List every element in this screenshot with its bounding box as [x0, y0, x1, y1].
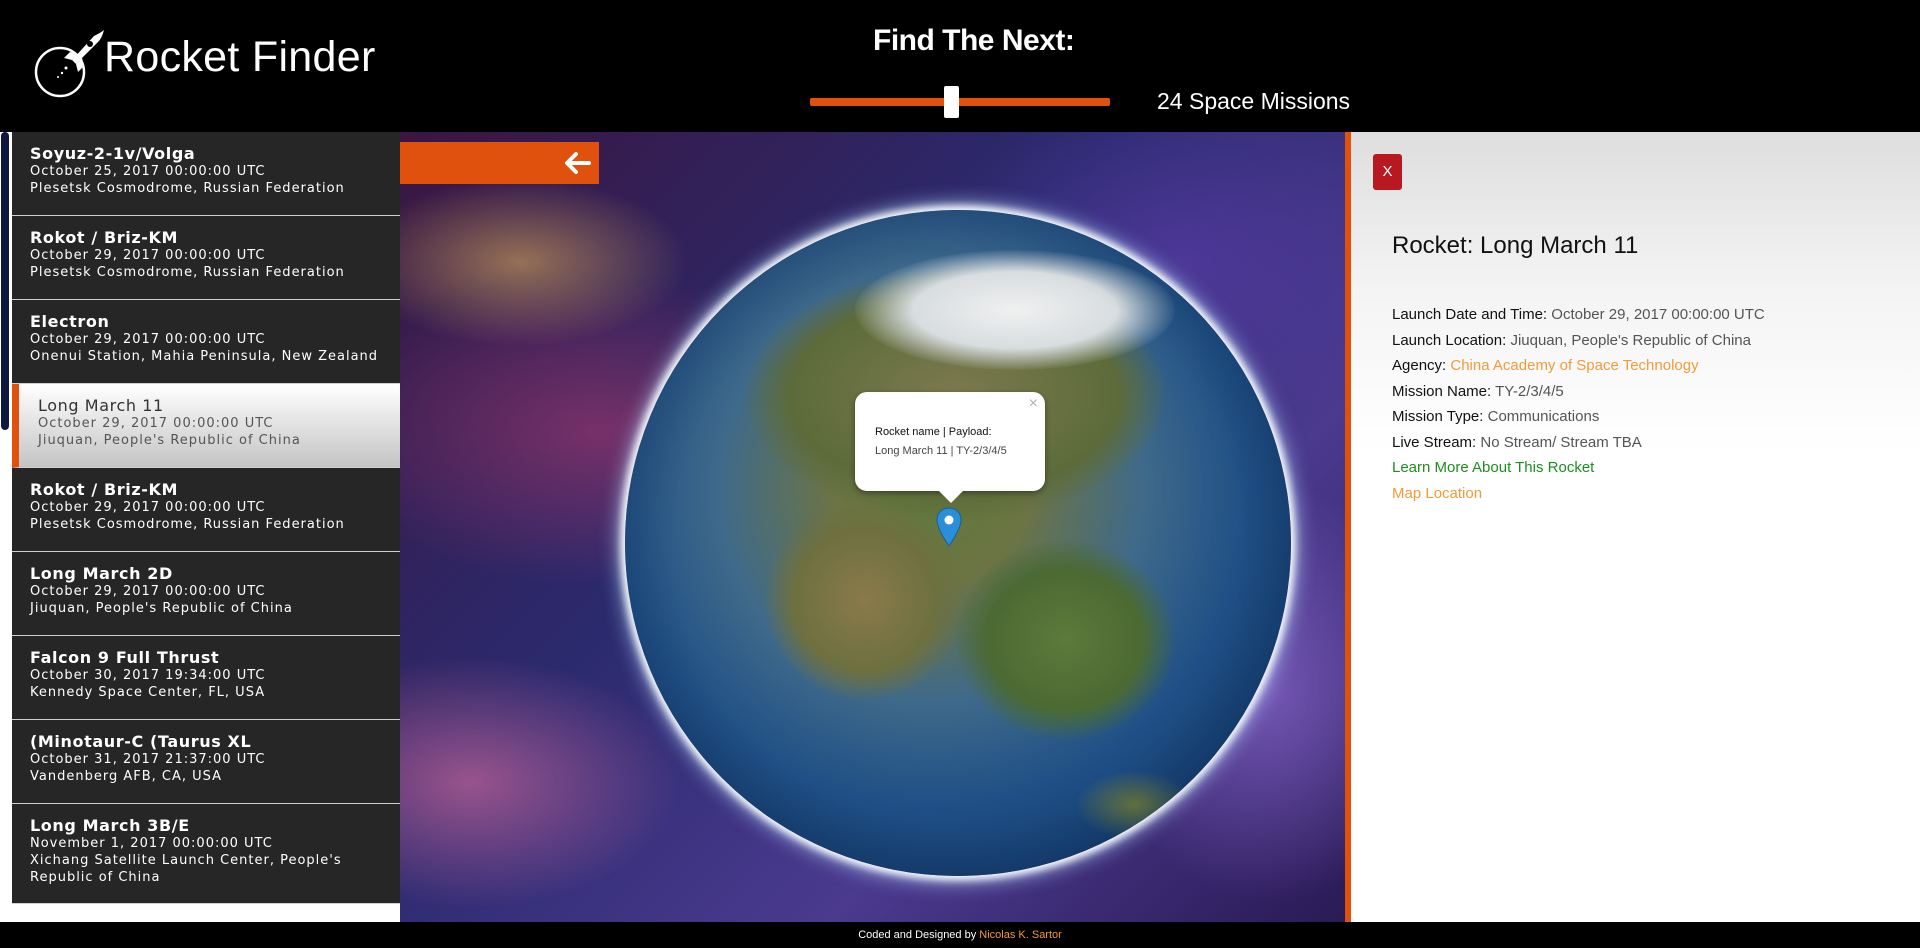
info-value: October 29, 2017 00:00:00 UTC — [1551, 306, 1765, 323]
launch-location: Plesetsk Cosmodrome, Russian Federation — [30, 265, 345, 280]
popup-label: Rocket name | Payload: — [875, 426, 992, 438]
close-details-button[interactable]: X — [1373, 154, 1402, 190]
find-title: Find The Next: — [873, 24, 1075, 57]
rocket-logo-icon — [34, 30, 104, 98]
launch-list-item[interactable]: (Minotaur-C (Taurus XL October 31, 2017 … — [12, 720, 400, 804]
launch-location: Plesetsk Cosmodrome, Russian Federation — [30, 181, 345, 196]
launch-list-item[interactable]: Falcon 9 Full Thrust October 30, 2017 19… — [12, 636, 400, 720]
map-view[interactable]: × Rocket name | Payload: Long March 11 |… — [400, 132, 1345, 922]
launch-list-item[interactable]: Rokot / Briz-KM October 29, 2017 00:00:0… — [12, 216, 400, 300]
launch-list-item[interactable]: Long March 2D October 29, 2017 00:00:00 … — [12, 552, 400, 636]
launch-location-row: Launch Location: Jiuquan, People's Repub… — [1392, 328, 1765, 354]
mission-name-row: Mission Name: TY-2/3/4/5 — [1392, 379, 1765, 405]
popup-close-button[interactable]: × — [1029, 395, 1038, 413]
launch-datetime-row: Launch Date and Time: October 29, 2017 0… — [1392, 302, 1765, 328]
launch-list-item[interactable]: Long March 3B/E November 1, 2017 00:00:0… — [12, 804, 400, 904]
mission-type-row: Mission Type: Communications — [1392, 404, 1765, 430]
agency-link[interactable]: China Academy of Space Technology — [1450, 357, 1698, 374]
launch-date: October 31, 2017 21:37:00 UTC — [30, 752, 266, 767]
slider-thumb[interactable] — [944, 86, 959, 118]
rocket-info: Launch Date and Time: October 29, 2017 0… — [1392, 302, 1765, 506]
launch-location: Xichang Satellite Launch Center, People'… — [30, 853, 342, 885]
map-location-link[interactable]: Map Location — [1392, 485, 1482, 502]
back-button[interactable] — [400, 142, 599, 184]
launch-name: Falcon 9 Full Thrust — [30, 648, 220, 667]
info-label: Launch Location: — [1392, 331, 1507, 349]
launch-list-item[interactable]: Rokot / Briz-KM October 29, 2017 00:00:0… — [12, 468, 400, 552]
rocket-title: Rocket: Long March 11 — [1392, 232, 1639, 259]
map-marker-icon[interactable] — [936, 507, 962, 547]
launch-location: Onenui Station, Mahia Peninsula, New Zea… — [30, 349, 379, 364]
info-label: Mission Name: — [1392, 382, 1492, 400]
launch-date: October 29, 2017 00:00:00 UTC — [38, 416, 274, 431]
launch-location: Plesetsk Cosmodrome, Russian Federation — [30, 517, 345, 532]
info-label: Launch Date and Time: — [1392, 306, 1548, 323]
launch-name: Rokot / Briz-KM — [30, 228, 178, 247]
map-popup: × Rocket name | Payload: Long March 11 |… — [855, 392, 1045, 503]
logo-text: Rocket Finder — [104, 32, 376, 81]
author-link[interactable]: Nicolas K. Sartor — [979, 929, 1062, 941]
info-label: Live Stream: — [1392, 433, 1477, 451]
live-stream-row: Live Stream: No Stream/ Stream TBA — [1392, 430, 1765, 456]
launch-date: October 30, 2017 19:34:00 UTC — [30, 668, 266, 683]
launch-date: October 29, 2017 00:00:00 UTC — [30, 332, 266, 347]
list-scrollbar[interactable] — [0, 132, 10, 922]
list-scroll-thumb[interactable] — [1, 132, 9, 430]
launch-date: October 29, 2017 00:00:00 UTC — [30, 248, 266, 263]
footer-text: Coded and Designed by — [858, 929, 977, 941]
launch-name: (Minotaur-C (Taurus XL — [30, 732, 252, 751]
launch-location: Vandenberg AFB, CA, USA — [30, 769, 223, 784]
launch-name: Electron — [30, 312, 110, 331]
launch-list-item[interactable]: Soyuz-2-1v/Volga October 25, 2017 00:00:… — [12, 132, 400, 216]
arrow-left-icon — [565, 152, 591, 174]
learn-more-link[interactable]: Learn More About This Rocket — [1392, 459, 1594, 476]
footer: Coded and Designed by Nicolas K. Sartor — [0, 922, 1920, 948]
launch-name: Rokot / Briz-KM — [30, 480, 178, 499]
launch-name: Long March 11 — [38, 396, 164, 415]
slider-track[interactable] — [810, 98, 1110, 106]
launch-location: Jiuquan, People's Republic of China — [30, 601, 293, 616]
launch-name: Long March 2D — [30, 564, 173, 583]
launch-date: November 1, 2017 00:00:00 UTC — [30, 836, 273, 851]
missions-count: 24 Space Missions — [1157, 88, 1351, 114]
missions-slider[interactable] — [810, 86, 1110, 118]
learn-more-row: Learn More About This Rocket — [1392, 455, 1765, 481]
info-value: Communications — [1487, 408, 1600, 425]
launch-location: Jiuquan, People's Republic of China — [38, 433, 301, 448]
logo[interactable]: Rocket Finder — [34, 26, 376, 100]
info-label: Agency: — [1392, 357, 1447, 374]
launch-list-item[interactable]: Electron October 29, 2017 00:00:00 UTC O… — [12, 300, 400, 384]
launch-date: October 29, 2017 00:00:00 UTC — [30, 500, 266, 515]
launch-list-item-selected[interactable]: Long March 11 October 29, 2017 00:00:00 … — [12, 384, 400, 468]
launch-date: October 25, 2017 00:00:00 UTC — [30, 164, 266, 179]
launch-name: Soyuz-2-1v/Volga — [30, 144, 196, 163]
info-value: No Stream/ Stream TBA — [1480, 433, 1642, 451]
details-panel: X Rocket: Long March 11 Launch Date and … — [1345, 132, 1920, 922]
info-label: Mission Type: — [1392, 408, 1484, 425]
popup-value: Long March 11 | TY-2/3/4/5 — [875, 445, 1007, 457]
map-location-row: Map Location — [1392, 481, 1765, 507]
agency-row: Agency: China Academy of Space Technolog… — [1392, 353, 1765, 379]
launch-location: Kennedy Space Center, FL, USA — [30, 685, 266, 700]
launch-date: October 29, 2017 00:00:00 UTC — [30, 584, 266, 599]
info-value: TY-2/3/4/5 — [1495, 382, 1564, 400]
info-value: Jiuquan, People's Republic of China — [1510, 331, 1751, 349]
app-header: Rocket Finder Find The Next: 24 Space Mi… — [0, 0, 1920, 132]
launch-name: Long March 3B/E — [30, 816, 190, 835]
launch-list: Soyuz-2-1v/Volga October 25, 2017 00:00:… — [0, 132, 400, 922]
